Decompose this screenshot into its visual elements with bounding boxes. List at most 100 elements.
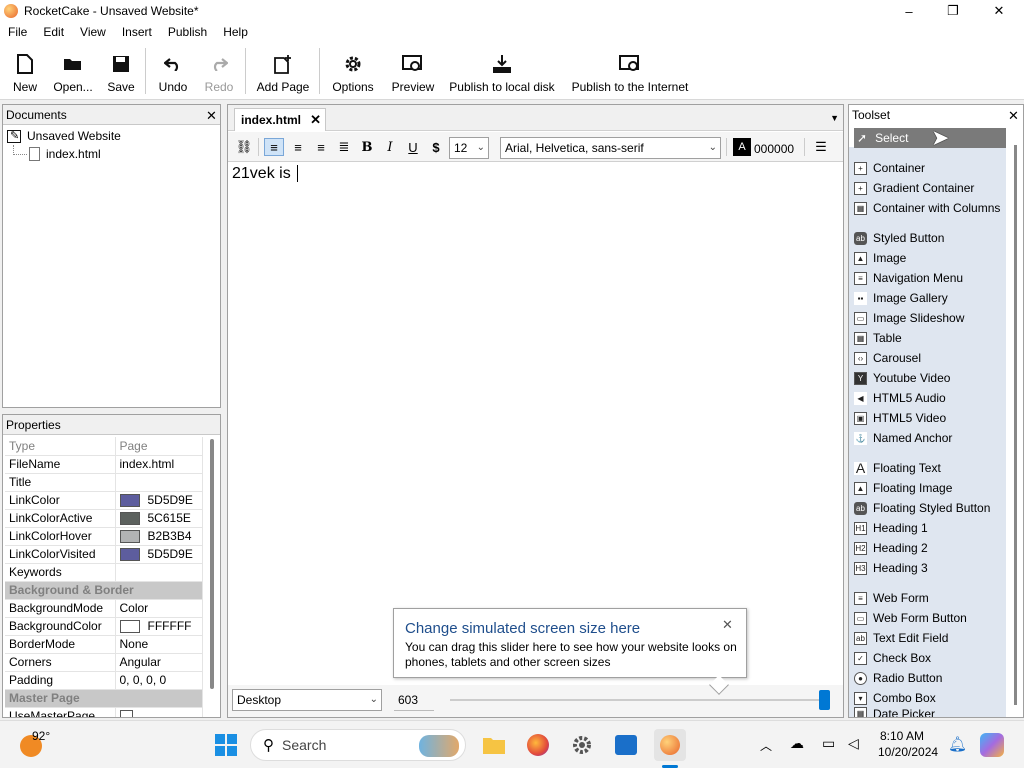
clock-time[interactable]: 8:10 AM: [880, 729, 924, 743]
text-color-icon[interactable]: A: [733, 138, 751, 156]
property-row[interactable]: Corners Angular: [5, 653, 203, 672]
property-row[interactable]: LinkColorActive 5C615E: [5, 509, 203, 528]
copilot-icon[interactable]: [980, 733, 1004, 757]
tool-floating-image[interactable]: ▲ Floating Image: [854, 478, 1006, 498]
tool-check-box[interactable]: ✓ Check Box: [854, 648, 1006, 668]
tool-table[interactable]: ▦ Table: [854, 328, 1006, 348]
bullet-list-icon[interactable]: ☰: [812, 138, 830, 156]
close-window-button[interactable]: ✕: [976, 0, 1022, 22]
maximize-button[interactable]: ❐: [930, 0, 976, 22]
property-row[interactable]: LinkColor 5D5D9E: [5, 491, 203, 510]
tree-item-website[interactable]: ✎ Unsaved Website: [7, 129, 121, 143]
tree-item-index-page[interactable]: index.html: [29, 147, 101, 161]
tool-heading-3[interactable]: H3 Heading 3: [854, 558, 1006, 578]
publish-internet-button[interactable]: Publish to the Internet: [570, 42, 690, 100]
tool-image-gallery[interactable]: ▪▪ Image Gallery: [854, 288, 1006, 308]
strikethrough-icon[interactable]: $: [427, 138, 445, 156]
tool-heading-2[interactable]: H2 Heading 2: [854, 538, 1006, 558]
tooltip-close-button[interactable]: ✕: [722, 617, 733, 633]
clock-date[interactable]: 10/20/2024: [878, 745, 938, 759]
menu-publish[interactable]: Publish: [160, 25, 215, 39]
link-icon[interactable]: ⛓: [234, 138, 254, 156]
tool-floating-text[interactable]: A Floating Text: [854, 458, 1006, 478]
property-row[interactable]: LinkColorVisited 5D5D9E: [5, 545, 203, 564]
property-row[interactable]: Padding 0, 0, 0, 0: [5, 671, 203, 690]
property-row[interactable]: BackgroundMode Color: [5, 599, 203, 618]
tool-select[interactable]: ➚ Select: [854, 128, 1006, 148]
taskbar-search-box[interactable]: ⚲ Search: [250, 729, 466, 761]
tool-navigation-menu[interactable]: ≡ Navigation Menu: [854, 268, 1006, 288]
tool-text-edit-field[interactable]: ab Text Edit Field: [854, 628, 1006, 648]
close-tab-icon[interactable]: ✕: [310, 112, 321, 128]
rocketcake-taskbar-icon[interactable]: [654, 729, 686, 761]
menu-help[interactable]: Help: [215, 25, 256, 39]
tool-floating-styled-button[interactable]: ab Floating Styled Button: [854, 498, 1006, 518]
tool-styled-button[interactable]: ab Styled Button: [854, 228, 1006, 248]
save-button[interactable]: Save: [104, 42, 138, 100]
tool-html5-audio[interactable]: ◀ HTML5 Audio: [854, 388, 1006, 408]
property-row[interactable]: LinkColorHover B2B3B4: [5, 527, 203, 546]
tool-container-columns[interactable]: ▦ Container with Columns: [854, 198, 1006, 218]
display-icon[interactable]: ▭: [822, 735, 835, 752]
align-right-icon[interactable]: ≡: [311, 138, 331, 156]
tool-web-form[interactable]: ≡ Web Form: [854, 588, 1006, 608]
store-icon[interactable]: [612, 731, 640, 759]
undo-button[interactable]: Undo: [154, 42, 192, 100]
property-row[interactable]: BackgroundColor FFFFFF: [5, 617, 203, 636]
property-row[interactable]: BorderMode None: [5, 635, 203, 654]
tool-carousel[interactable]: ‹› Carousel: [854, 348, 1006, 368]
tool-radio-button[interactable]: ● Radio Button: [854, 668, 1006, 688]
tool-youtube-video[interactable]: Y Youtube Video: [854, 368, 1006, 388]
property-section-background[interactable]: Background & Border: [5, 581, 203, 600]
tabs-dropdown-icon[interactable]: ▼: [830, 113, 839, 123]
editor-canvas[interactable]: 21vek is: [232, 165, 299, 183]
property-row[interactable]: Title: [5, 473, 203, 492]
new-button[interactable]: New: [8, 42, 42, 100]
tool-named-anchor[interactable]: ⚓ Named Anchor: [854, 428, 1006, 448]
text-color-value[interactable]: 000000: [754, 142, 794, 156]
volume-icon[interactable]: ◁: [848, 735, 859, 752]
property-row[interactable]: UseMasterPage: [5, 707, 203, 717]
screen-size-slider-thumb[interactable]: [819, 690, 830, 710]
properties-scrollbar[interactable]: [210, 439, 214, 689]
tool-container[interactable]: + Container: [854, 158, 1006, 178]
property-section-master-page[interactable]: Master Page: [5, 689, 203, 708]
firefox-icon[interactable]: [524, 731, 552, 759]
tray-chevron-icon[interactable]: ︿: [760, 737, 772, 754]
redo-button[interactable]: Redo: [200, 42, 238, 100]
tool-html5-video[interactable]: ▣ HTML5 Video: [854, 408, 1006, 428]
notification-bell-icon[interactable]: 🔔︎: [948, 735, 967, 753]
add-page-button[interactable]: Add Page: [254, 42, 312, 100]
checkbox[interactable]: [119, 710, 133, 717]
tool-gradient-container[interactable]: + Gradient Container: [854, 178, 1006, 198]
preview-button[interactable]: Preview: [388, 42, 438, 100]
menu-view[interactable]: View: [72, 25, 114, 39]
publish-local-button[interactable]: Publish to local disk: [448, 42, 556, 100]
align-left-icon[interactable]: ≡: [264, 138, 284, 156]
open-button[interactable]: Open...: [52, 42, 94, 100]
menu-edit[interactable]: Edit: [35, 25, 72, 39]
screen-mode-select[interactable]: Desktop ⌄: [232, 689, 382, 711]
start-windows-icon[interactable]: [212, 731, 240, 759]
property-row[interactable]: Keywords: [5, 563, 203, 582]
font-family-select[interactable]: Arial, Helvetica, sans-serif ⌄: [500, 137, 721, 159]
align-center-icon[interactable]: ≡: [288, 138, 308, 156]
menu-file[interactable]: File: [0, 25, 35, 39]
file-explorer-icon[interactable]: [480, 731, 508, 759]
close-documents-button[interactable]: ✕: [206, 109, 217, 122]
network-icon[interactable]: ☁: [790, 735, 804, 752]
tool-combo-box[interactable]: ▾ Combo Box: [854, 688, 1006, 708]
tab-index-html[interactable]: index.html ✕: [234, 108, 326, 131]
screen-size-slider-track[interactable]: [450, 699, 830, 701]
screen-width-field[interactable]: 603: [394, 689, 434, 711]
align-justify-icon[interactable]: ≣: [334, 138, 354, 156]
tool-image[interactable]: ▲ Image: [854, 248, 1006, 268]
menu-insert[interactable]: Insert: [114, 25, 160, 39]
bold-icon[interactable]: B: [358, 138, 376, 156]
font-size-select[interactable]: 12 ⌄: [449, 137, 489, 159]
settings-gear-icon[interactable]: [568, 731, 596, 759]
options-button[interactable]: Options: [328, 42, 378, 100]
close-toolset-button[interactable]: ✕: [1008, 109, 1019, 122]
tool-heading-1[interactable]: H1 Heading 1: [854, 518, 1006, 538]
tool-date-picker[interactable]: ▦ Date Picker: [854, 707, 1006, 717]
